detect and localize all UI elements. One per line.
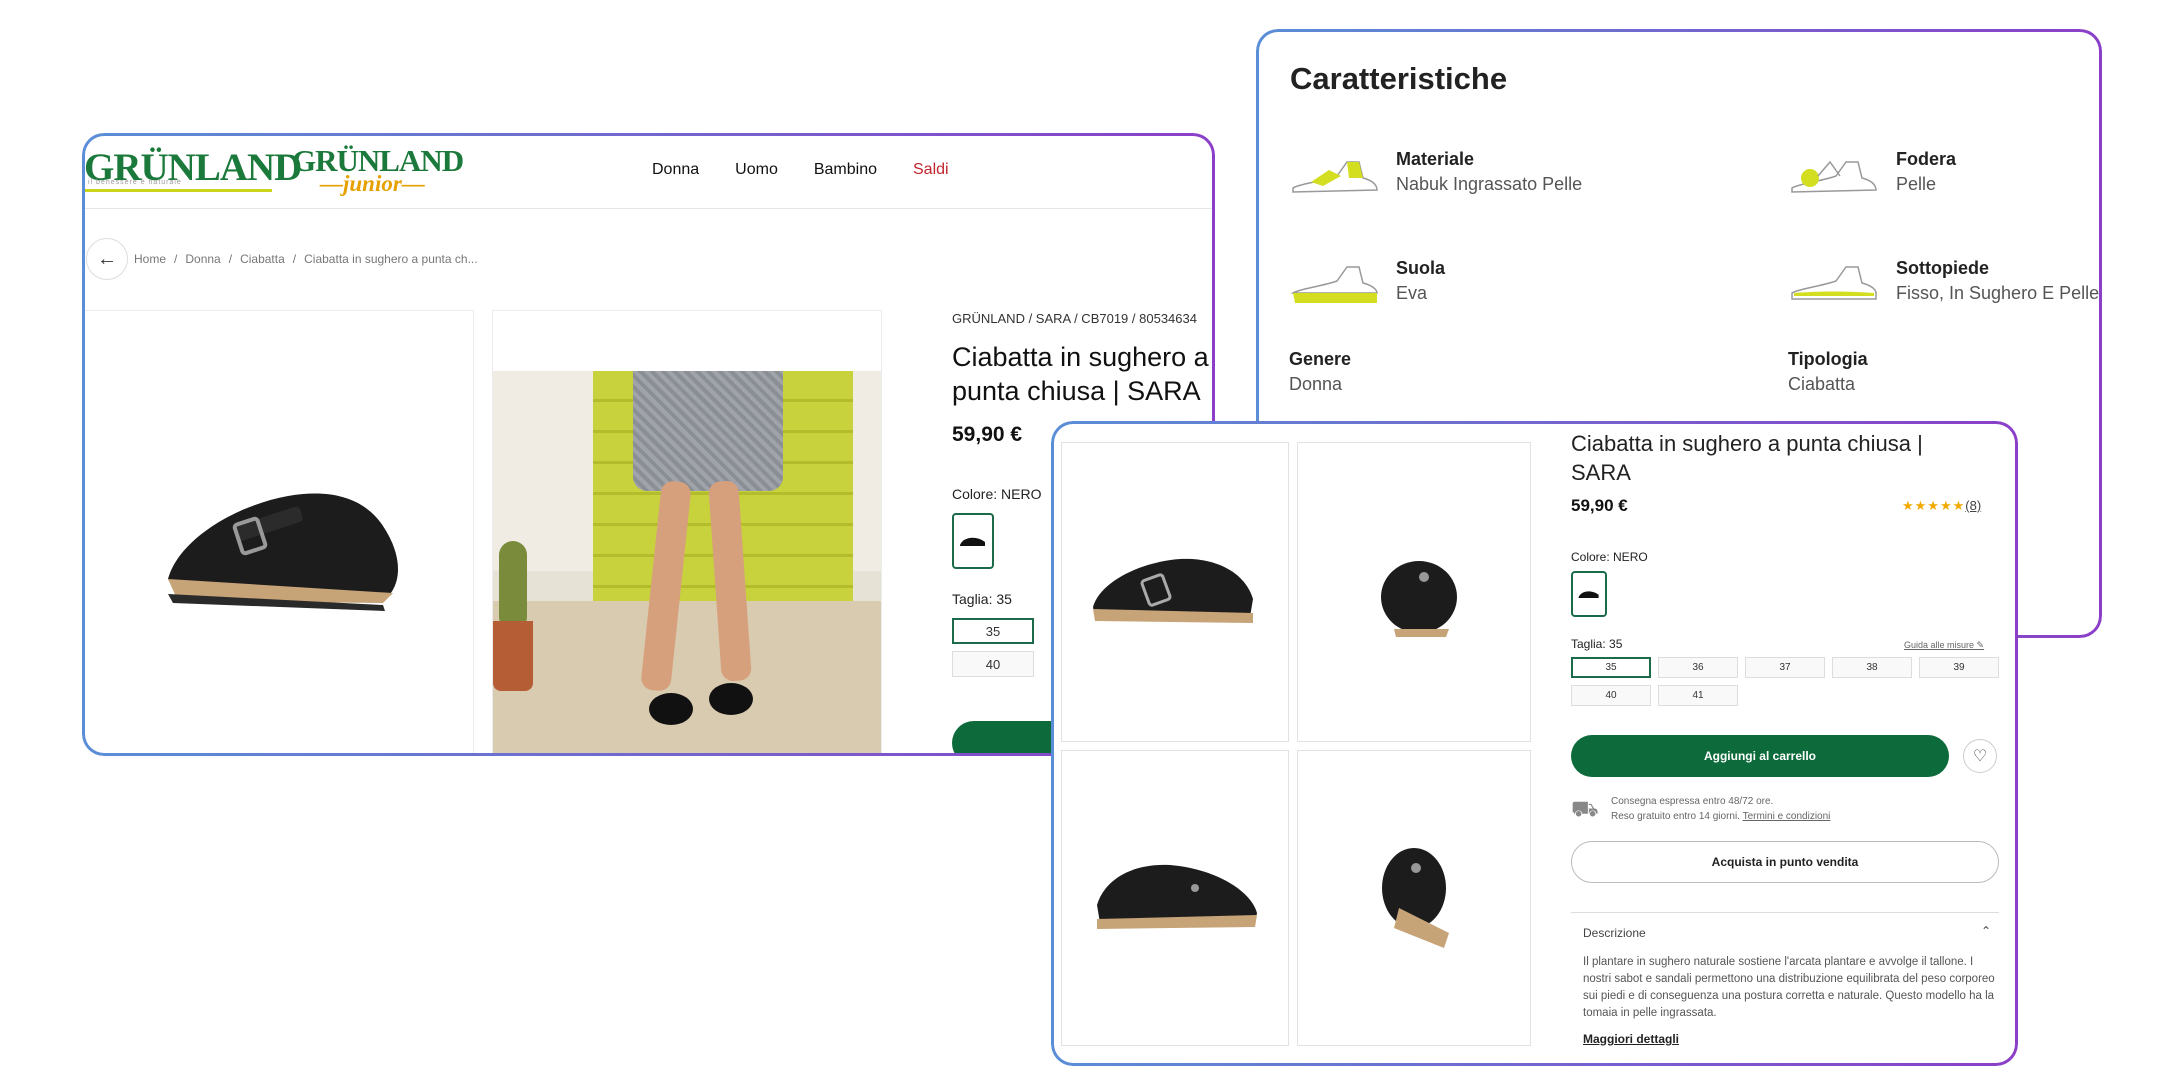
- lifestyle-photo: [493, 371, 881, 756]
- clog-side-image: [168, 493, 398, 611]
- star-icons: ★★★★★: [1902, 498, 1966, 513]
- product-detail-card: Ciabatta in sughero a punta chiusa | SAR…: [1051, 421, 2018, 1066]
- clog-back-image: [1382, 848, 1449, 948]
- feature-suola: Suola Eva: [1396, 258, 1446, 303]
- back-button[interactable]: ←: [86, 238, 128, 280]
- feature-sottopiede: Sottopiede Fisso, In Sughero E Pelle: [1896, 258, 2100, 303]
- clog-side-image-reverse: [1097, 864, 1257, 929]
- feature-materiale: Materiale Nabuk Ingrassato Pelle: [1396, 149, 1583, 194]
- wishlist-button[interactable]: ♡: [1963, 739, 1997, 773]
- description-divider: [1571, 912, 1999, 913]
- nav-uomo[interactable]: Uomo: [735, 161, 778, 179]
- material-sandal-icon: [1292, 161, 1378, 193]
- breadcrumb-ciabatta[interactable]: Ciabatta: [240, 252, 285, 266]
- feature-tipologia: Tipologia Ciabatta: [1788, 349, 1868, 394]
- color-label: Colore: NERO: [952, 486, 1042, 502]
- size-option-35[interactable]: 35: [952, 618, 1034, 644]
- product-price: 59,90 €: [952, 423, 1023, 446]
- breadcrumb: Home / Donna / Ciabatta / Ciabatta in sughe…: [134, 252, 478, 266]
- color-label: Colore: NERO: [1571, 550, 1648, 564]
- description-text: Il plantare in sughero naturale sostiene…: [1583, 956, 1995, 1019]
- clog-thumb-icon: [1578, 591, 1599, 598]
- buy-in-store-button[interactable]: Acquista in punto vendita: [1571, 841, 1999, 883]
- size-option-40[interactable]: 40: [1571, 685, 1651, 706]
- heart-icon: ♡: [1972, 748, 1988, 765]
- clog-front-image: [1381, 561, 1457, 637]
- size-option-36[interactable]: 36: [1658, 657, 1738, 678]
- rating-count[interactable]: (8): [1965, 498, 1981, 513]
- logo-tagline: il benessere è naturale: [88, 179, 182, 186]
- clog-side-image: [1093, 558, 1253, 623]
- add-to-cart-button[interactable]: Aggiungi al carrello: [1571, 735, 1949, 777]
- description-heading[interactable]: Descrizione: [1583, 926, 1646, 940]
- size-option-37[interactable]: 37: [1745, 657, 1825, 678]
- terms-link[interactable]: Termini e condizioni: [1743, 811, 1831, 822]
- product-meta: GRÜNLAND / SARA / CB7019 / 80534634: [952, 311, 1197, 326]
- nav-saldi[interactable]: Saldi: [913, 161, 949, 179]
- pencil-icon: ✎: [1976, 640, 1985, 650]
- size-guide-link[interactable]: Guida alle misure ✎: [1904, 640, 1984, 651]
- size-option-38[interactable]: 38: [1832, 657, 1912, 678]
- lining-sandal-icon: [1791, 160, 1877, 193]
- logo-underline: [84, 189, 272, 192]
- gallery-thumb-1[interactable]: [1061, 442, 1289, 742]
- size-label: Taglia: 35: [952, 591, 1012, 607]
- breadcrumb-home[interactable]: Home: [134, 252, 166, 266]
- truck-icon: ⛟: [1571, 796, 1599, 821]
- nav-donna[interactable]: Donna: [652, 161, 699, 179]
- product-title: Ciabatta in sughero a punta chiusa | SAR…: [952, 342, 1209, 406]
- product-title: Ciabatta in sughero a punta chiusa | SAR…: [1571, 431, 1923, 485]
- main-nav: Donna Uomo Bambino Saldi: [652, 161, 949, 179]
- gallery-thumb-4[interactable]: [1297, 750, 1531, 1046]
- product-image-lifestyle[interactable]: [492, 310, 882, 756]
- insole-sandal-icon: [1791, 266, 1877, 300]
- size-option-40[interactable]: 40: [952, 651, 1034, 677]
- size-option-35[interactable]: 35: [1571, 657, 1651, 678]
- breadcrumb-donna[interactable]: Donna: [185, 252, 220, 266]
- nav-bambino[interactable]: Bambino: [814, 161, 877, 179]
- color-swatch-nero[interactable]: [952, 513, 994, 569]
- gallery-thumb-2[interactable]: [1297, 442, 1531, 742]
- feature-fodera: Fodera Pelle: [1896, 149, 1957, 194]
- product-image-main[interactable]: [82, 310, 474, 756]
- feature-genere: Genere Donna: [1289, 349, 1352, 394]
- back-arrow-icon: ←: [97, 247, 117, 270]
- product-page-card: GRÜNLAND il benessere è naturale GRÜNLAN…: [82, 133, 1215, 756]
- sole-sandal-icon: [1290, 266, 1378, 303]
- features-title: Caratteristiche: [1290, 61, 1508, 96]
- breadcrumb-current: Ciabatta in sughero a punta ch...: [304, 252, 478, 266]
- size-option-39[interactable]: 39: [1919, 657, 1999, 678]
- header-divider: [82, 208, 1215, 209]
- product-price: 59,90 €: [1571, 496, 1628, 515]
- color-swatch-nero[interactable]: [1571, 571, 1607, 617]
- chevron-up-icon[interactable]: ⌃: [1981, 924, 1991, 938]
- gallery-thumb-3[interactable]: [1061, 750, 1289, 1046]
- size-label: Taglia: 35: [1571, 637, 1623, 651]
- junior-wordmark: —junior—: [320, 171, 425, 196]
- clog-thumb-icon: [960, 537, 985, 546]
- size-option-41[interactable]: 41: [1658, 685, 1738, 706]
- shipping-info: Consegna espressa entro 48/72 ore. Reso …: [1611, 796, 1831, 822]
- more-details-link[interactable]: Maggiori dettagli: [1583, 1032, 1679, 1046]
- rating-stars[interactable]: ★★★★★(8): [1902, 498, 1981, 514]
